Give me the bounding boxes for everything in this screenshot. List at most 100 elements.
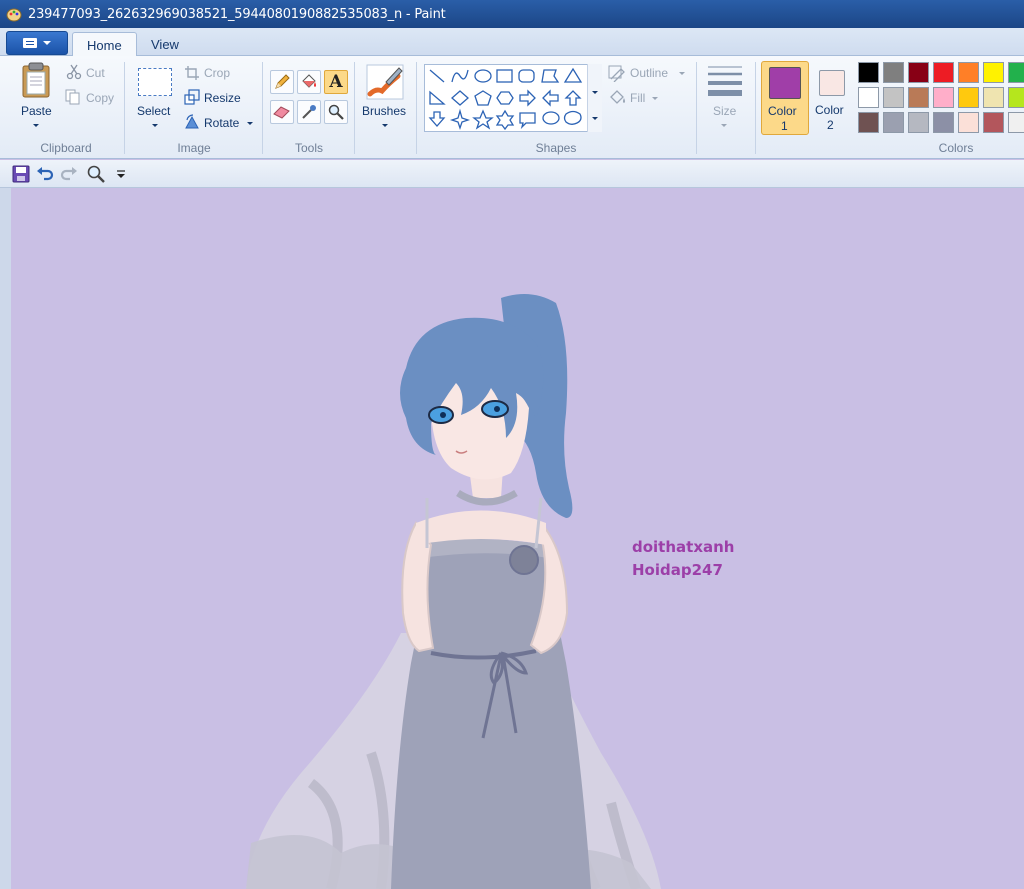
rectangle-shape-icon <box>496 69 513 83</box>
text-icon[interactable]: A <box>324 70 348 94</box>
colors-group-label: Colors <box>938 141 974 155</box>
outline-dropdown-icon[interactable] <box>679 72 685 75</box>
palette-swatch[interactable] <box>958 62 979 83</box>
paste-dropdown-icon[interactable] <box>33 124 39 127</box>
color-picker-icon[interactable] <box>297 100 321 124</box>
palette-swatch[interactable] <box>908 87 929 108</box>
outline-button[interactable]: Outline <box>630 66 668 80</box>
four-point-star-shape-icon <box>449 108 471 131</box>
redo-icon[interactable] <box>60 165 78 183</box>
shapes-scroll-down-icon[interactable] <box>592 91 598 94</box>
down-arrow-shape-icon <box>428 111 446 127</box>
tab-view[interactable]: View <box>137 32 193 57</box>
rounded-rectangle-shape-icon <box>518 69 535 83</box>
palette-swatch[interactable] <box>908 112 929 133</box>
palette-swatch[interactable] <box>933 87 954 108</box>
undo-icon[interactable] <box>36 165 54 183</box>
resize-icon <box>184 89 200 105</box>
palette-swatch[interactable] <box>983 112 1004 133</box>
document-icon <box>23 38 37 48</box>
canvas-text-line1: doithatxanh <box>632 538 735 556</box>
palette-swatch[interactable] <box>858 87 879 108</box>
fill-button[interactable]: Fill <box>630 91 645 105</box>
brushes-button[interactable]: Brushes <box>362 104 406 118</box>
group-divider <box>124 62 125 154</box>
palette-swatch[interactable] <box>858 62 879 83</box>
paint-app-icon[interactable] <box>6 6 22 22</box>
palette-swatch[interactable] <box>883 87 904 108</box>
copy-icon <box>65 89 80 105</box>
shapes-grid <box>428 67 583 131</box>
palette-swatch[interactable] <box>883 62 904 83</box>
shapes-scroll[interactable] <box>587 64 602 132</box>
palette-swatch[interactable] <box>908 62 929 83</box>
size-icon[interactable] <box>706 64 744 98</box>
right-triangle-shape-icon <box>429 90 446 105</box>
group-divider <box>416 62 417 154</box>
left-pupil <box>440 412 446 418</box>
drawing-canvas[interactable]: doithatxanh Hoidap247 <box>11 193 1024 889</box>
five-point-star-shape-icon <box>472 109 494 130</box>
select-icon[interactable] <box>138 68 172 96</box>
palette-swatch[interactable] <box>1008 62 1024 83</box>
resize-button[interactable]: Resize <box>204 91 241 105</box>
zoom-icon[interactable] <box>86 164 106 184</box>
color2-button[interactable]: Color 2 <box>812 61 852 135</box>
rotate-button[interactable]: Rotate <box>204 116 239 130</box>
palette-swatch[interactable] <box>858 112 879 133</box>
cut-button[interactable]: Cut <box>86 66 105 80</box>
select-button[interactable]: Select <box>137 104 170 118</box>
title-bar: 239477093_262632969038521_59440801908825… <box>0 0 1024 28</box>
curve-shape-icon <box>451 69 469 83</box>
palette-swatch[interactable] <box>933 62 954 83</box>
oval-callout-shape-icon <box>542 111 560 125</box>
palette-swatch[interactable] <box>1008 112 1024 133</box>
dress-rose <box>509 545 539 575</box>
select-dropdown-icon[interactable] <box>152 124 158 127</box>
size-button[interactable]: Size <box>713 104 736 118</box>
canvas-text-line2: Hoidap247 <box>632 561 723 579</box>
fill-dropdown-icon[interactable] <box>652 97 658 100</box>
cut-icon <box>66 64 82 80</box>
outline-icon <box>608 65 625 82</box>
quick-access-toolbar <box>0 160 1024 188</box>
rounded-callout-shape-icon <box>519 112 536 130</box>
save-icon[interactable] <box>12 165 30 183</box>
shapes-expand-icon[interactable] <box>592 117 598 120</box>
color1-button[interactable]: Color 1 <box>761 61 809 135</box>
ribbon-tab-bar: Home View <box>0 28 1024 57</box>
brushes-icon[interactable] <box>366 64 404 100</box>
triangle-shape-icon <box>563 67 583 83</box>
shapes-group-label: Shapes <box>535 141 577 155</box>
shapes-gallery[interactable] <box>424 64 602 132</box>
pencil-icon[interactable] <box>270 70 294 94</box>
color1-number: 1 <box>781 119 788 133</box>
magnifier-icon[interactable] <box>324 100 348 124</box>
fill-bucket-icon[interactable] <box>297 70 321 94</box>
palette-swatch[interactable] <box>933 112 954 133</box>
palette-swatch[interactable] <box>958 112 979 133</box>
line-shape-icon <box>429 69 445 83</box>
paste-button[interactable]: Paste <box>21 104 52 118</box>
window-title: 239477093_262632969038521_59440801908825… <box>28 6 446 22</box>
tab-home[interactable]: Home <box>72 32 137 57</box>
paint-menu-button[interactable] <box>6 31 68 55</box>
brushes-dropdown-icon[interactable] <box>382 124 388 127</box>
size-dropdown-icon[interactable] <box>721 124 727 127</box>
palette-swatch[interactable] <box>1008 87 1024 108</box>
customize-icon[interactable] <box>116 169 126 179</box>
rotate-dropdown-icon[interactable] <box>247 122 253 125</box>
palette-swatch[interactable] <box>983 62 1004 83</box>
up-arrow-shape-icon <box>564 90 582 106</box>
palette-swatch[interactable] <box>983 87 1004 108</box>
color2-swatch <box>819 70 845 96</box>
crop-button[interactable]: Crop <box>204 66 230 80</box>
six-point-star-shape-icon <box>495 109 515 131</box>
eraser-icon[interactable] <box>270 100 294 124</box>
copy-button[interactable]: Copy <box>86 91 114 105</box>
diamond-shape-icon <box>451 90 469 106</box>
paste-icon[interactable] <box>20 62 52 98</box>
palette-swatch[interactable] <box>883 112 904 133</box>
palette-swatch[interactable] <box>958 87 979 108</box>
text-tool-glyph: A <box>329 72 343 92</box>
